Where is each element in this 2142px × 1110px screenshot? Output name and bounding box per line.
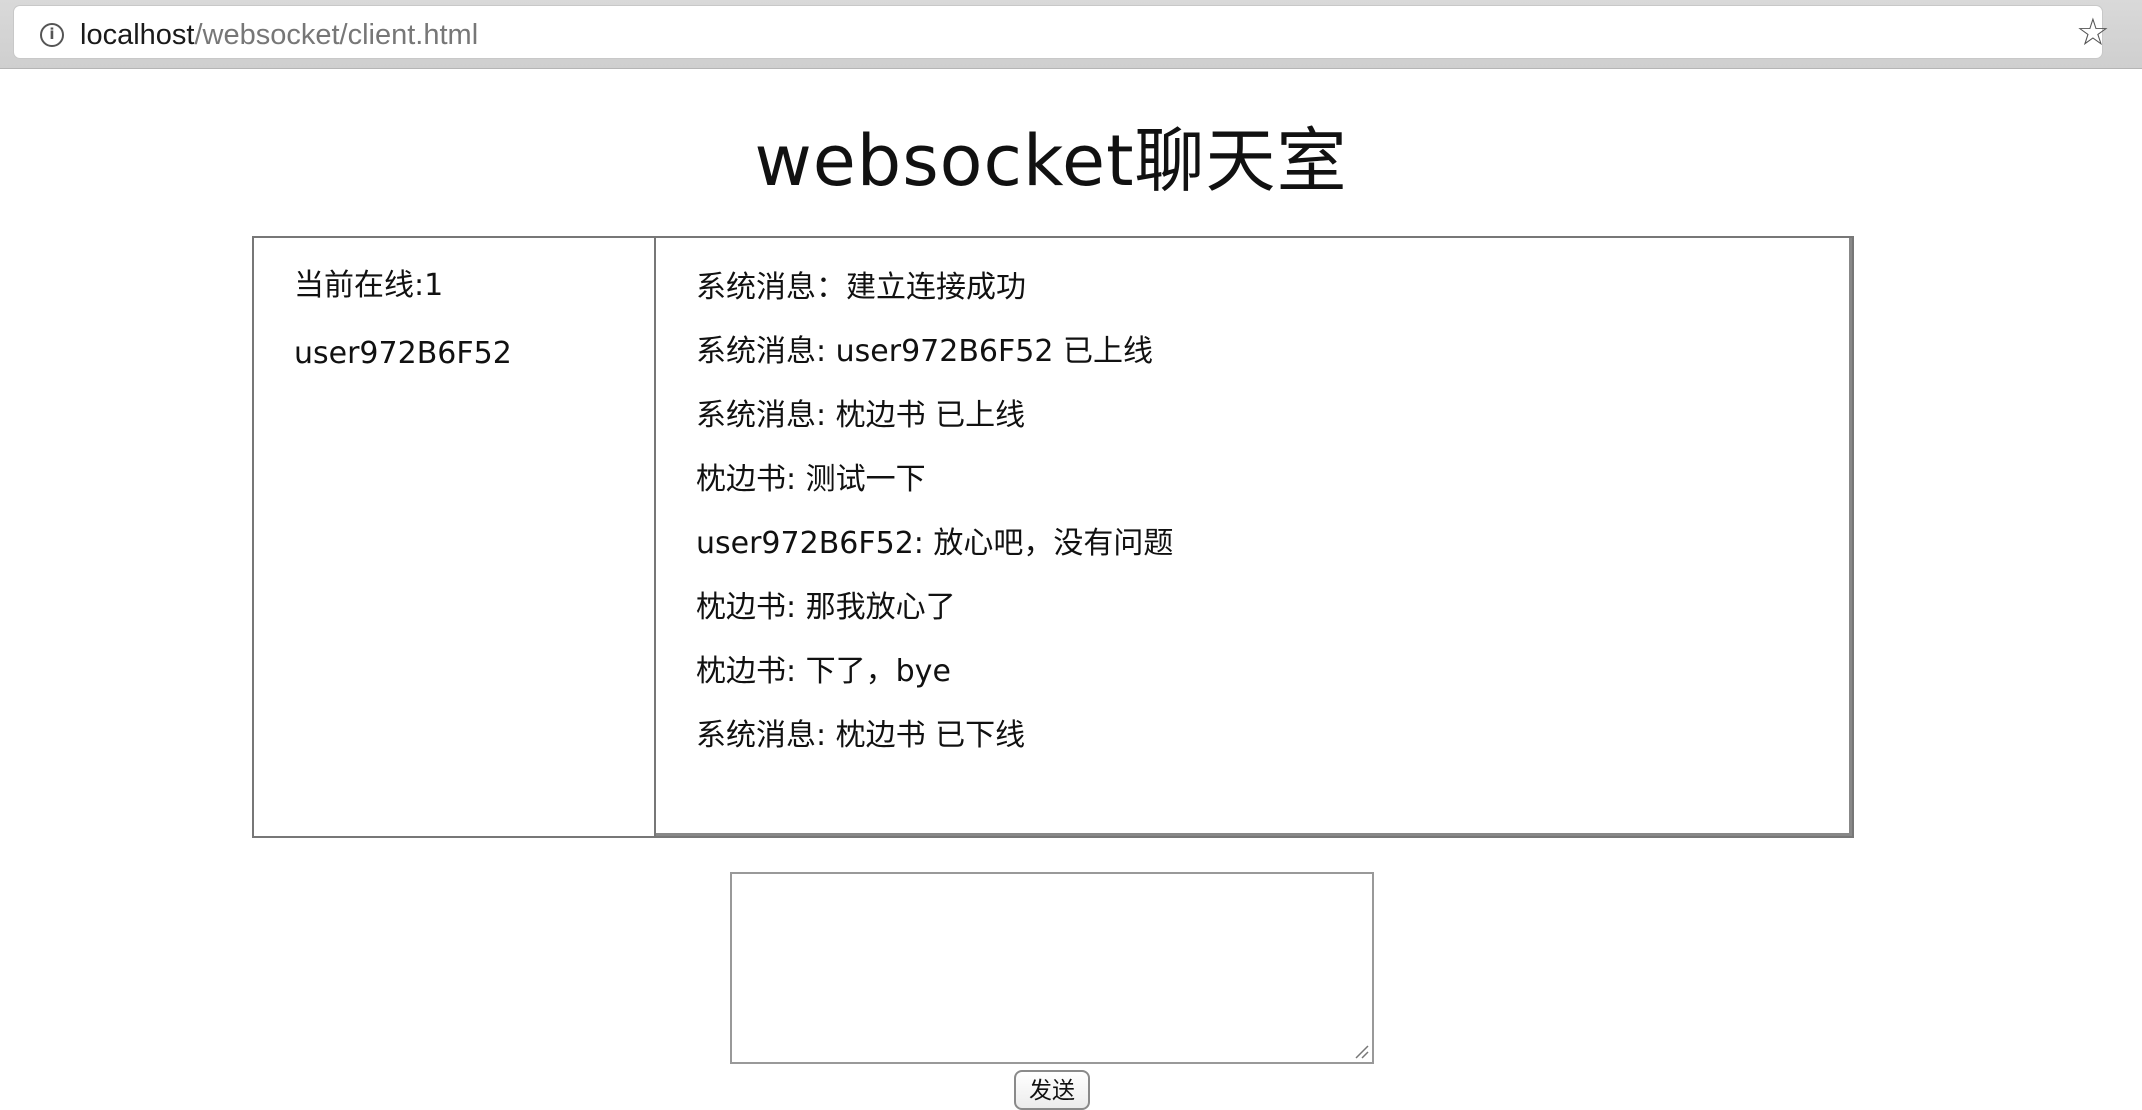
url-path: /websocket/client.html: [194, 19, 479, 51]
online-count: 当前在线:1: [294, 268, 444, 303]
chat-box: 当前在线:1 user972B6F52 系统消息：建立连接成功系统消息: use…: [252, 236, 1854, 838]
message-item: 系统消息：建立连接成功: [696, 270, 1026, 305]
resize-grip-icon[interactable]: [1353, 1043, 1369, 1059]
online-users-panel: 当前在线:1 user972B6F52: [254, 238, 656, 836]
url-host: localhost: [80, 19, 195, 51]
message-list: 系统消息：建立连接成功系统消息: user972B6F52 已上线 系统消息: 枕…: [696, 268, 1173, 780]
message-item: 枕边书: 测试一下: [696, 462, 926, 497]
message-item: 系统消息: 枕边书 已下线: [696, 718, 1026, 753]
message-panel[interactable]: 系统消息：建立连接成功系统消息: user972B6F52 已上线 系统消息: 枕…: [656, 238, 1852, 836]
address-bar[interactable]: i localhost/websocket/client.html ☆: [14, 6, 2110, 58]
send-button[interactable]: 发送: [1014, 1070, 1090, 1110]
message-item: 系统消息: 枕边书 已上线: [696, 398, 1026, 433]
message-input[interactable]: [730, 872, 1374, 1064]
star-icon[interactable]: ☆: [2076, 12, 2110, 52]
browser-toolbar: i localhost/websocket/client.html ☆: [0, 0, 2142, 69]
message-item: 枕边书: 那我放心了: [696, 590, 956, 625]
user-entry: user972B6F52: [294, 336, 512, 371]
page-title: websocket聊天室: [754, 120, 1348, 202]
message-item: 系统消息: user972B6F52 已上线: [696, 334, 1153, 369]
message-item: 枕边书: 下了，bye: [696, 654, 951, 689]
info-icon[interactable]: i: [40, 23, 64, 47]
url-text[interactable]: localhost/websocket/client.html: [80, 18, 478, 52]
message-item: user972B6F52: 放心吧，没有问题: [696, 526, 1174, 561]
